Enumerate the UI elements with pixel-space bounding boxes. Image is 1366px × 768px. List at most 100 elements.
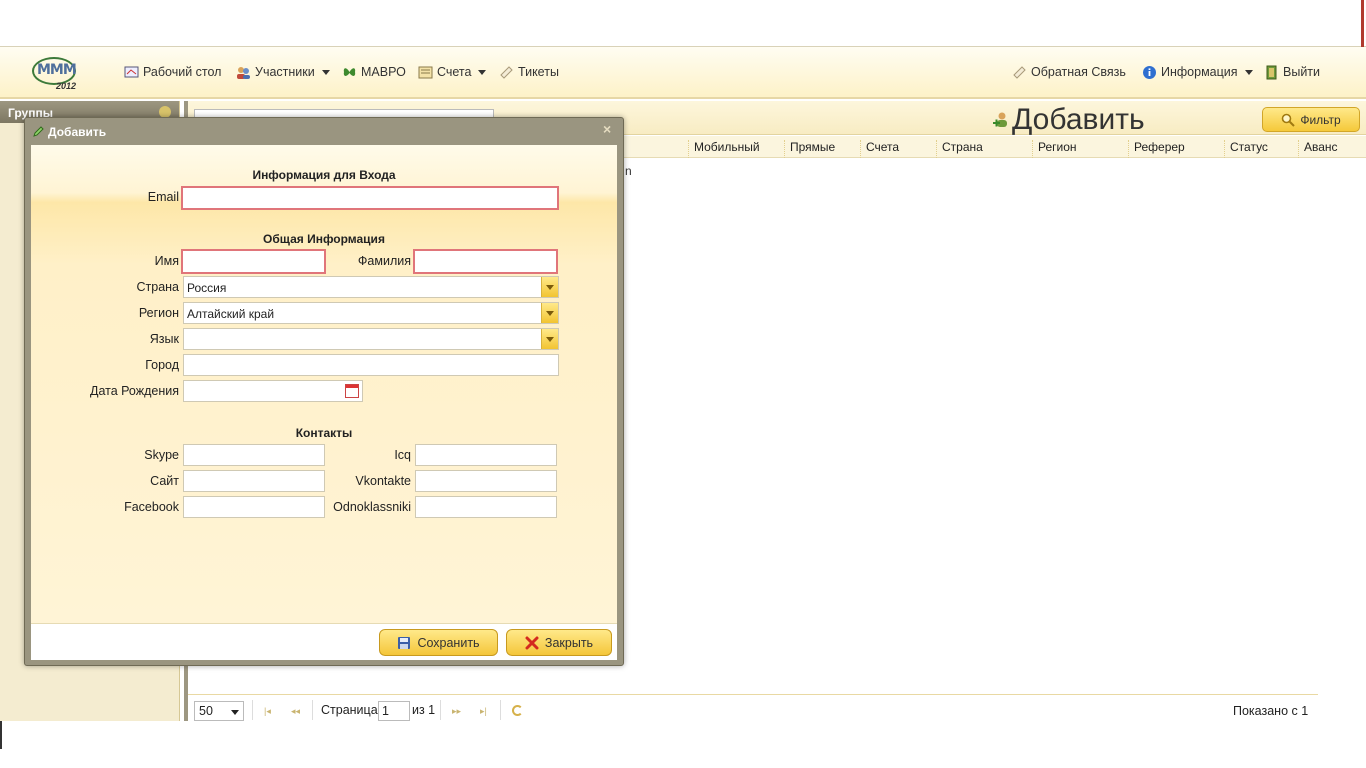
birthdate-field[interactable] bbox=[183, 380, 363, 402]
facebook-label: Facebook bbox=[124, 500, 179, 514]
red-x-icon bbox=[525, 636, 539, 649]
skype-label: Skype bbox=[144, 448, 179, 462]
ticket-icon bbox=[500, 65, 513, 79]
column-header[interactable]: Статус bbox=[1224, 140, 1268, 158]
last-page-icon[interactable]: ▸| bbox=[480, 706, 490, 716]
prev-page-icon[interactable]: ◂◂ bbox=[291, 706, 301, 716]
country-select[interactable]: Россия bbox=[183, 276, 559, 298]
region-value: Алтайский край bbox=[187, 307, 275, 321]
nav-tickets[interactable]: Тикеты bbox=[499, 63, 559, 81]
email-field[interactable] bbox=[181, 186, 559, 210]
column-header[interactable]: Мобильный bbox=[688, 140, 760, 158]
filter-button[interactable]: Фильтр bbox=[1262, 107, 1360, 132]
dialog-title: Добавить bbox=[48, 125, 107, 139]
contacts-section-title: Контакты bbox=[31, 426, 617, 440]
edge-marker bbox=[0, 721, 2, 749]
page-size-value: 50 bbox=[199, 704, 213, 718]
next-page-icon[interactable]: ▸▸ bbox=[452, 706, 462, 716]
nav-info[interactable]: Информация bbox=[1142, 63, 1253, 81]
calendar-icon[interactable] bbox=[345, 384, 359, 398]
chevron-down-icon bbox=[546, 337, 554, 342]
chevron-down-icon bbox=[546, 311, 554, 316]
table-row[interactable]: n bbox=[625, 164, 632, 178]
first-page-icon[interactable]: |◂ bbox=[264, 706, 274, 716]
mmm-logo[interactable]: MMM 2012 bbox=[30, 55, 80, 93]
dialog-titlebar[interactable]: Добавить × bbox=[25, 118, 623, 144]
refresh-icon[interactable] bbox=[512, 705, 523, 716]
divider bbox=[252, 700, 253, 720]
nav-accounts-label: Счета bbox=[437, 65, 472, 79]
add-participant-button[interactable]: Добавить bbox=[992, 103, 1145, 137]
language-label: Язык bbox=[149, 332, 179, 346]
nav-mavro[interactable]: МАВРО bbox=[342, 63, 406, 81]
contacts-section-label: Контакты bbox=[295, 426, 353, 440]
vkontakte-field[interactable] bbox=[415, 470, 557, 492]
column-header[interactable]: Регион bbox=[1032, 140, 1077, 158]
nav-accounts[interactable]: Счета bbox=[418, 63, 487, 81]
column-header[interactable]: Реферер bbox=[1128, 140, 1185, 158]
add-participant-dialog: Добавить × Информация для Входа Email Об… bbox=[24, 117, 624, 666]
nav-feedback-label: Обратная Связь bbox=[1031, 65, 1126, 79]
bottom-blank-area bbox=[0, 721, 1366, 768]
info-icon bbox=[1143, 65, 1156, 79]
pencil-icon bbox=[33, 126, 44, 137]
nav-desktop-label: Рабочий стол bbox=[143, 65, 222, 79]
last-name-label: Фамилия bbox=[357, 254, 411, 268]
save-button[interactable]: Сохранить bbox=[379, 629, 498, 656]
site-field[interactable] bbox=[183, 470, 325, 492]
icq-field[interactable] bbox=[415, 444, 557, 466]
close-icon[interactable]: × bbox=[603, 122, 615, 136]
birthdate-label: Дата Рождения bbox=[89, 384, 179, 398]
page-number-input[interactable]: 1 bbox=[378, 701, 410, 721]
page-size-select[interactable]: 50 bbox=[194, 701, 244, 721]
language-dropdown-button[interactable] bbox=[541, 329, 558, 349]
nav-participants[interactable]: Участники bbox=[236, 63, 330, 81]
pagination-bar: 50 |◂ ◂◂ Страница 1 из 1 ▸▸ ▸| Показано … bbox=[188, 694, 1318, 732]
page-count-label: из 1 bbox=[412, 703, 436, 717]
region-select[interactable]: Алтайский край bbox=[183, 302, 559, 324]
accounts-icon bbox=[418, 66, 433, 78]
close-button[interactable]: Закрыть bbox=[506, 629, 612, 656]
first-name-field[interactable] bbox=[181, 249, 326, 274]
close-label: Закрыть bbox=[544, 635, 594, 650]
chevron-down-icon bbox=[478, 69, 487, 75]
divider bbox=[500, 700, 501, 720]
logout-icon bbox=[1266, 65, 1277, 79]
nav-logout[interactable]: Выйти bbox=[1264, 63, 1320, 81]
skype-field[interactable] bbox=[183, 444, 325, 466]
nav-info-label: Информация bbox=[1161, 65, 1238, 79]
add-label: Добавить bbox=[1012, 103, 1145, 136]
region-dropdown-button[interactable] bbox=[541, 303, 558, 323]
feedback-icon bbox=[1013, 65, 1026, 79]
chevron-down-icon bbox=[321, 69, 330, 75]
nav-tickets-label: Тикеты bbox=[518, 65, 559, 79]
country-dropdown-button[interactable] bbox=[541, 277, 558, 297]
general-section-label: Общая Информация bbox=[263, 232, 385, 246]
column-header[interactable]: Страна bbox=[936, 140, 983, 158]
nav-feedback[interactable]: Обратная Связь bbox=[1012, 63, 1126, 81]
column-header[interactable]: Аванс bbox=[1298, 140, 1338, 158]
search-icon bbox=[1282, 113, 1296, 127]
users-icon bbox=[237, 66, 250, 79]
login-section-title: Информация для Входа bbox=[31, 168, 617, 182]
city-field[interactable] bbox=[183, 354, 559, 376]
odnoklassniki-field[interactable] bbox=[415, 496, 557, 518]
country-value: Россия bbox=[187, 281, 227, 295]
logo-year: 2012 bbox=[56, 81, 77, 91]
city-label: Город bbox=[145, 358, 179, 372]
nav-desktop[interactable]: Рабочий стол bbox=[124, 63, 221, 81]
butterfly-icon bbox=[343, 67, 356, 76]
filter-label: Фильтр bbox=[1300, 112, 1341, 127]
nav-logout-label: Выйти bbox=[1283, 65, 1321, 79]
country-label: Страна bbox=[136, 280, 179, 294]
vkontakte-label: Vkontakte bbox=[355, 474, 411, 488]
column-header[interactable]: Прямые bbox=[784, 140, 835, 158]
language-select[interactable] bbox=[183, 328, 559, 350]
floppy-disk-icon bbox=[398, 636, 411, 649]
last-name-field[interactable] bbox=[413, 249, 558, 274]
nav-participants-label: Участники bbox=[255, 65, 315, 79]
login-section-label: Информация для Входа bbox=[252, 168, 396, 182]
divider bbox=[440, 700, 441, 720]
column-header[interactable]: Счета bbox=[860, 140, 899, 158]
facebook-field[interactable] bbox=[183, 496, 325, 518]
